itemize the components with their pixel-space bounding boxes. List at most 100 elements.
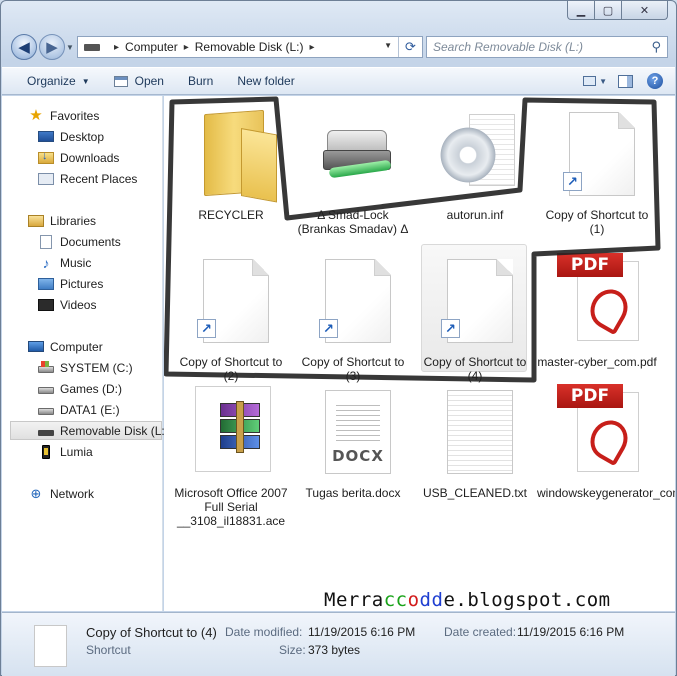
nav-label: DATA1 (E:): [60, 402, 120, 417]
computer-icon: [28, 341, 44, 352]
star-icon: ★: [29, 106, 43, 124]
shortcut-file-icon: ↗: [301, 249, 405, 349]
change-view-button[interactable]: ▼: [583, 71, 607, 91]
open-label: Open: [134, 74, 164, 88]
burn-button[interactable]: Burn: [176, 70, 225, 92]
pdf-label: PDF: [557, 384, 623, 408]
settings-file-icon: [423, 102, 527, 202]
window-icon: [113, 75, 128, 87]
help-button[interactable]: ?: [643, 71, 667, 91]
caption-buttons: ▁ ▢ ✕: [567, 1, 668, 20]
nav-label: Removable Disk (L:): [60, 423, 169, 438]
shortcut-arrow-icon: ↗: [197, 319, 216, 338]
close-button[interactable]: ✕: [622, 1, 668, 20]
search-icon[interactable]: ⚲: [651, 39, 661, 55]
explorer-window: ▁ ▢ ✕ ◀ ▶ ▼ ▸ Computer ▸ Removable Disk …: [0, 0, 677, 676]
file-name: windowskeygenerator_com.pdf: [537, 486, 675, 500]
details-pane: Copy of Shortcut to (4) Shortcut Date mo…: [2, 612, 675, 676]
breadcrumb-separator-icon[interactable]: ▸: [184, 42, 189, 53]
open-button[interactable]: Open: [102, 70, 176, 92]
forward-arrow-icon: ▶: [46, 39, 58, 56]
details-size-label: Size:: [279, 643, 306, 657]
file-name: autorun.inf: [446, 208, 504, 222]
shortcut-file-icon: ↗: [179, 249, 283, 349]
forward-button[interactable]: ▶: [39, 34, 65, 60]
file-name: Δ Smad-Lock (Brankas Smadav) Δ: [297, 208, 409, 236]
back-button[interactable]: ◀: [11, 34, 37, 60]
music-icon: ♪: [42, 254, 50, 271]
chevron-down-icon: ▼: [599, 76, 607, 86]
system-drive-icon: [38, 361, 54, 373]
navigation-pane: ★ Favorites Desktop Downloads Recent Pla…: [2, 96, 169, 611]
removable-drive-icon: [38, 429, 54, 436]
nav-label: Games (D:): [60, 381, 123, 396]
downloads-folder-icon: [38, 150, 54, 164]
file-name: Copy of Shortcut to (2): [179, 355, 283, 383]
preview-pane-icon: [617, 74, 633, 88]
pdf-file-icon: PDF: [545, 380, 649, 480]
nav-label: Downloads: [60, 150, 120, 165]
address-bar[interactable]: ▸ Computer ▸ Removable Disk (L:) ▸ ▼ ⟳: [77, 36, 423, 58]
refresh-icon[interactable]: ⟳: [398, 37, 422, 57]
nav-label: Computer: [50, 339, 103, 354]
pictures-icon: [38, 277, 54, 290]
recent-places-icon: [38, 172, 54, 185]
desktop-icon: [38, 131, 54, 142]
shortcut-arrow-icon: ↗: [563, 172, 582, 191]
search-input[interactable]: Search Removable Disk (L:) ⚲: [426, 36, 668, 58]
pdf-label: PDF: [557, 253, 623, 277]
breadcrumb-computer[interactable]: Computer: [125, 40, 178, 54]
nav-label: Documents: [60, 234, 121, 249]
recent-pages-dropdown-icon[interactable]: ▼: [66, 43, 74, 52]
shortcut-file-icon: [34, 625, 67, 667]
archive-file-icon: [179, 380, 283, 480]
details-modified-value: 11/19/2015 6:16 PM: [308, 625, 416, 639]
details-file-type: Shortcut: [86, 643, 131, 657]
shortcut-arrow-icon: ↗: [441, 319, 460, 338]
details-created-label: Date created:: [444, 625, 517, 639]
nav-label: Favorites: [50, 108, 100, 123]
search-placeholder: Search Removable Disk (L:): [433, 40, 584, 54]
shortcut-file-icon: ↗: [423, 249, 527, 349]
docx-label: DOCX: [332, 447, 384, 465]
details-size-value: 373 bytes: [308, 643, 361, 657]
documents-icon: [40, 234, 52, 249]
network-icon: ⊕: [30, 485, 42, 501]
organize-label: Organize: [27, 74, 76, 88]
file-name: USB_CLEANED.txt: [422, 486, 528, 500]
nav-item-removable-disk[interactable]: Removable Disk (L:): [10, 421, 169, 440]
back-arrow-icon: ◀: [18, 39, 30, 56]
nav-label: Pictures: [60, 276, 104, 291]
nav-label: Desktop: [60, 129, 105, 144]
breadcrumb-separator-icon[interactable]: ▸: [114, 42, 119, 53]
breadcrumb-separator-icon[interactable]: ▸: [309, 42, 314, 53]
maximize-button[interactable]: ▢: [595, 1, 622, 20]
phone-icon: [42, 444, 50, 459]
nav-label: Lumia: [60, 444, 93, 459]
file-name: Copy of Shortcut to (4): [423, 355, 527, 383]
file-name: RECYCLER: [198, 208, 264, 222]
view-icon: [583, 76, 597, 86]
breadcrumb-removable-disk[interactable]: Removable Disk (L:): [195, 40, 304, 54]
folder-icon: [179, 102, 283, 202]
help-icon: ?: [647, 73, 663, 89]
details-file-name: Copy of Shortcut to (4): [86, 625, 217, 640]
hard-drive-icon: [38, 387, 54, 394]
minimize-button[interactable]: ▁: [567, 1, 595, 20]
preview-pane-button[interactable]: [613, 71, 637, 91]
file-name: Copy of Shortcut to (3): [301, 355, 405, 383]
docx-file-icon: DOCX: [301, 380, 405, 480]
address-row: ◀ ▶ ▼ ▸ Computer ▸ Removable Disk (L:) ▸…: [9, 32, 668, 62]
nav-label: Libraries: [50, 213, 97, 228]
blog-watermark: Merraccodde.blogspot.com: [324, 589, 611, 611]
file-name: Tugas berita.docx: [305, 486, 401, 500]
file-list: RECYCLER Δ Smad-Lock (Brankas Smadav) Δ …: [164, 96, 675, 611]
nav-label: Network: [50, 486, 95, 501]
organize-button[interactable]: Organize ▼: [15, 70, 102, 92]
pdf-file-icon: PDF: [545, 249, 649, 349]
file-name: Microsoft Office 2007 Full Serial __3108…: [174, 486, 288, 528]
new-folder-button[interactable]: New folder: [225, 70, 306, 92]
address-dropdown-icon[interactable]: ▼: [384, 41, 392, 50]
nav-label: Videos: [60, 297, 97, 312]
chevron-down-icon: ▼: [81, 76, 90, 86]
